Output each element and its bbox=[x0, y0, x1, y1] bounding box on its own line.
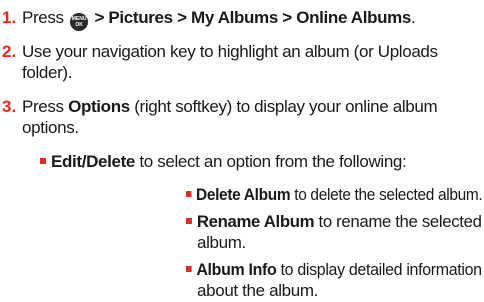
edit-delete-label: Edit/Delete bbox=[51, 152, 136, 171]
delete-album-label: Delete Album bbox=[195, 185, 291, 204]
bullet-icon bbox=[40, 158, 46, 164]
rename-album-line-2: album. bbox=[197, 233, 246, 252]
instruction-document: 1. Press MENU OK > Pictures > My Albums >… bbox=[0, 0, 484, 300]
album-info-text: to display detailed information bbox=[280, 260, 482, 279]
step-1-text: Press MENU OK > Pictures > My Albums > On… bbox=[22, 7, 416, 31]
edit-delete-item: Edit/Delete to select an option from the… bbox=[40, 151, 407, 173]
rename-album-label: Rename Album bbox=[196, 212, 315, 231]
step-3-line-1-rest: (right softkey) to display your online a… bbox=[134, 97, 438, 116]
delete-album-text: to delete the selected album. bbox=[294, 185, 483, 204]
step-2-line-2: folder). bbox=[22, 63, 73, 82]
rename-album-text: to rename the selected bbox=[318, 212, 482, 231]
bullet-icon bbox=[186, 266, 192, 272]
bullet-icon bbox=[186, 218, 192, 224]
step-3-options-label: Options bbox=[68, 97, 130, 116]
step-1-period: . bbox=[411, 8, 416, 27]
step-3-line-2: options. bbox=[22, 118, 79, 137]
step-3-line-1: Press Options (right softkey) to display… bbox=[22, 96, 438, 118]
rename-album-item: Rename Album to rename the selected bbox=[186, 211, 482, 233]
edit-delete-text: to select an option from the following: bbox=[139, 152, 407, 171]
step-1-number: 1. bbox=[2, 8, 17, 27]
step-1-menu-path: > Pictures > My Albums > Online Albums bbox=[94, 8, 412, 27]
step-2-number: 2. bbox=[2, 42, 17, 61]
bullet-icon bbox=[186, 191, 192, 197]
step-2-line-1: Use your navigation key to highlight an … bbox=[22, 42, 438, 61]
step-3-press: Press bbox=[22, 97, 64, 116]
step-1-press: Press bbox=[22, 8, 64, 27]
delete-album-item: Delete Album to delete the selected albu… bbox=[186, 184, 483, 206]
album-info-line-2: about the album. bbox=[197, 281, 319, 300]
album-info-label: Album Info bbox=[196, 260, 277, 279]
step-3-number: 3. bbox=[2, 97, 17, 116]
menu-ok-key-icon: MENU OK bbox=[70, 13, 89, 31]
album-info-item: Album Info to display detailed informati… bbox=[186, 259, 482, 281]
